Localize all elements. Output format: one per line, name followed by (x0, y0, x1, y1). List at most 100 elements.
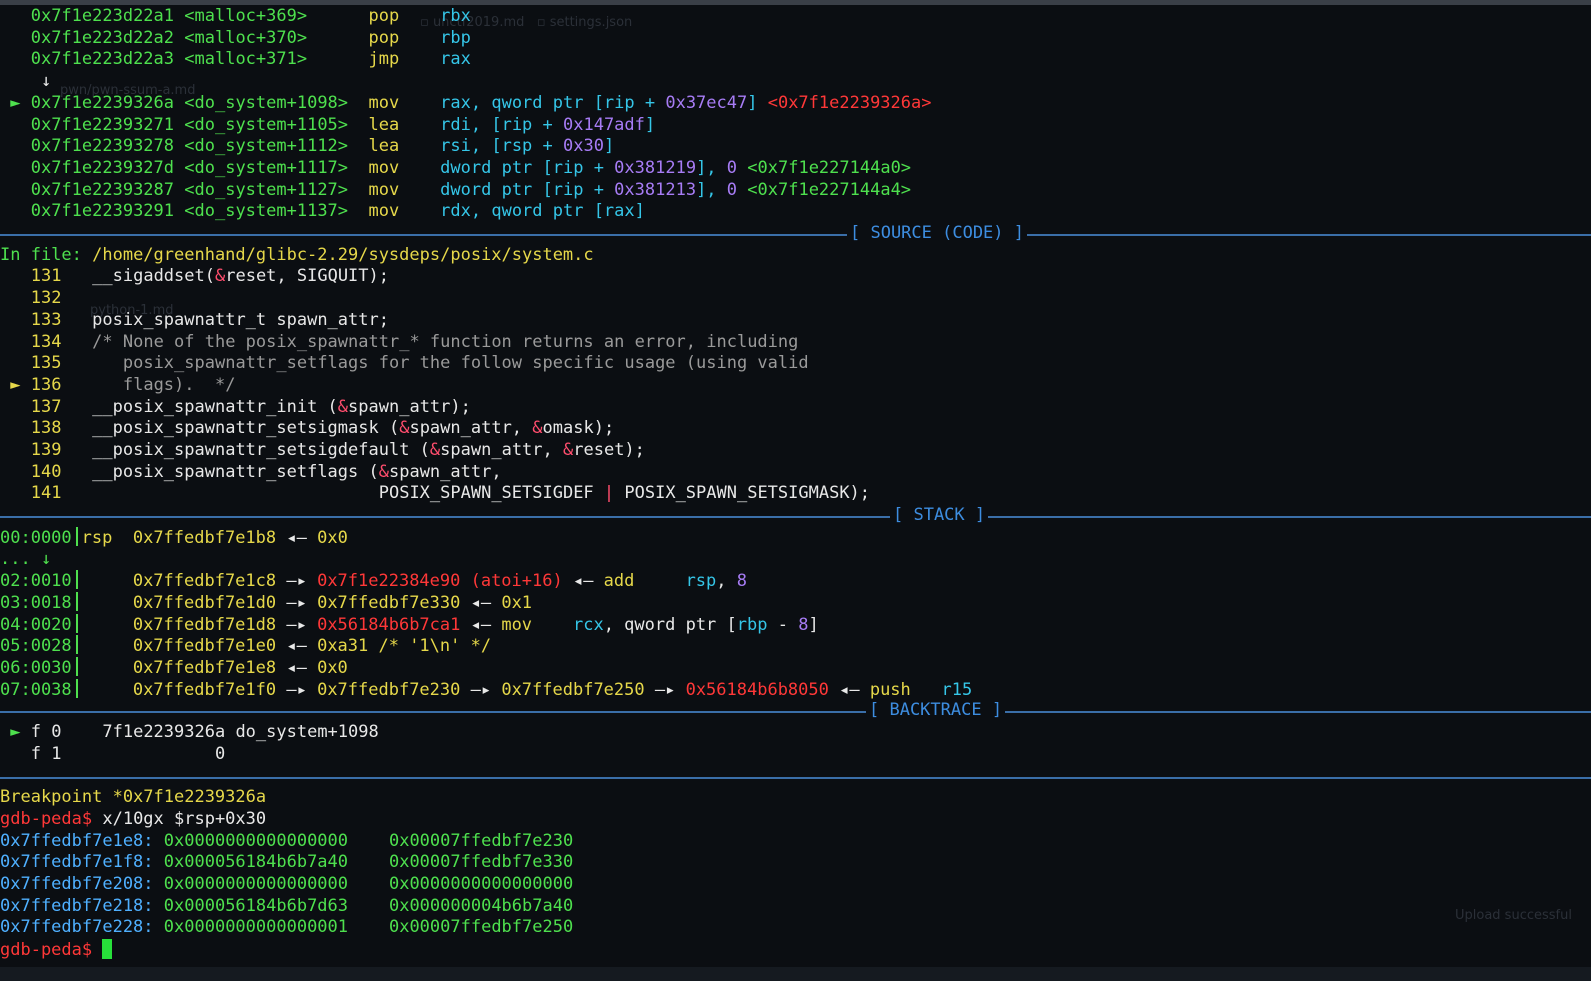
text-segment: spawn_attr, (440, 440, 563, 460)
stack-section-header: [ STACK ] (0, 505, 1591, 527)
text-segment: spawn_attr, (388, 461, 502, 482)
line-number: 141 (30, 483, 62, 504)
instruction-symbol: <do_system+1098> (184, 92, 369, 113)
disasm-line: 0x7f1e223d22a1 <malloc+369> pop rbx (0, 6, 471, 28)
text-segment: 0x7ffedbf7e1e8 (81, 658, 277, 678)
instruction-operand: rdx, qword ptr [rax] (440, 201, 645, 222)
background-window-ghost: Upload successful (1455, 908, 1572, 923)
instruction-mnemonic: pop (368, 6, 430, 26)
text-segment: 0xa31 /* '1\n' */ (317, 636, 492, 657)
text-segment: __posix_spawnattr_init ( (71, 396, 338, 417)
marker-space (0, 332, 31, 352)
backtrace-frame: f 1 0 (0, 744, 225, 766)
instruction-address: 0x7f1e223d22a2 (30, 27, 175, 48)
memory-qword: 0x000000004b6b7a40 (388, 895, 574, 916)
stack-offset: 07:0038 (0, 679, 72, 700)
text-segment: ] (808, 614, 819, 635)
memory-dump-row: 0x7ffedbf7e228: 0x0000000000000001 0x000… (0, 917, 573, 939)
text-segment: rbp (736, 614, 768, 635)
text-segment: spawn_attr); (348, 396, 471, 417)
memory-qword: 0x00007ffedbf7e230 (388, 830, 574, 851)
instruction-operand: rbx (440, 6, 471, 26)
section-title: [ STACK ] (890, 505, 989, 527)
text-segment: posix_spawnattr_setflags for the follow … (71, 353, 809, 374)
command-line: gdb-peda$ x/10gx $rsp+0x30 (0, 809, 266, 831)
section-title: [ BACKTRACE ] (866, 700, 1006, 723)
instruction-operand: ] (603, 136, 615, 157)
text-segment: 0x7ffedbf7e1c8 (81, 571, 277, 592)
backtrace-section-header: [ BACKTRACE ] (0, 700, 1591, 723)
text-segment: 0x7ffedbf7e1f0 (81, 679, 277, 700)
text-segment: 0x7ffedbf7e1d0 (81, 592, 277, 613)
stack-entry: 00:0000 rsp 0x7ffedbf7e1b8 ◂— 0x0 (0, 526, 348, 549)
source-line: 131 __sigaddset(&reset, SIGQUIT); (0, 266, 389, 288)
text-segment: , (716, 571, 737, 592)
source-line: 141 POSIX_SPAWN_SETSIGDEF | POSIX_SPAWN_… (0, 483, 870, 505)
memory-dump-row: 0x7ffedbf7e1f8: 0x000056184b6b7a40 0x000… (0, 852, 573, 874)
instruction-symbol: <do_system+1127> (184, 179, 369, 200)
text-segment: flags). */ (71, 374, 236, 395)
instruction-operand: rax (440, 49, 471, 70)
text-segment: 0x0 (317, 527, 348, 548)
instruction-operand: <0x7f1e227144a0> (747, 157, 912, 178)
text-segment: __sigaddset( (71, 266, 215, 287)
instruction-mnemonic: mov (368, 157, 430, 178)
instruction-address: 0x7f1e223d22a1 (30, 6, 175, 26)
marker-space (0, 6, 31, 26)
text-segment: | (603, 483, 615, 504)
marker-space (0, 310, 31, 330)
stack-entry: 06:0030 0x7ffedbf7e1e8 ◂— 0x0 (0, 657, 348, 679)
line-number: 139 (30, 440, 62, 460)
instruction-symbol: <malloc+371> (184, 49, 369, 70)
separator-line (0, 776, 1591, 779)
entered-command: x/10gx $rsp+0x30 (92, 808, 267, 829)
file-path: /home/greenhand/glibc-2.29/sysdeps/posix… (92, 244, 594, 265)
marker-space (0, 397, 31, 417)
instruction-operand: 0 (726, 179, 738, 200)
stack-divider (75, 635, 78, 655)
instruction-operand: rdi, [rip + (440, 114, 563, 135)
disasm-line: 0x7f1e22393271 <do_system+1105> lea rdi,… (0, 115, 655, 137)
disasm-line: ► 0x7f1e2239326a <do_system+1098> mov ra… (0, 93, 931, 115)
active-prompt-line[interactable]: gdb-peda$ (0, 939, 113, 961)
text-segment: __posix_spawnattr_setsigdefault ( (71, 440, 430, 460)
terminal-cursor[interactable] (102, 939, 113, 960)
source-line: 139 __posix_spawnattr_setsigdefault ( &sp… (0, 440, 645, 462)
context-end-separator (0, 766, 1591, 788)
text-segment: 0x1 (501, 592, 533, 613)
marker-space (0, 136, 31, 156)
separator-line (0, 234, 1591, 236)
instruction-mnemonic: mov (368, 179, 430, 200)
memory-qword: 0x0000000000000001 (163, 917, 349, 938)
stack-divider (75, 526, 78, 546)
instruction-operand: 0x37ec47 (665, 92, 748, 113)
text-segment: , qword ptr [ (603, 614, 737, 635)
stack-offset: 03:0018 (0, 592, 72, 613)
stack-offset: 05:0028 (0, 636, 72, 657)
text-segment: spawn_attr, (409, 418, 533, 439)
instruction-operand: rbp (440, 27, 471, 48)
memory-qword: 0x00007ffedbf7e330 (388, 852, 574, 873)
text-segment: rsp (81, 527, 133, 548)
current-instruction-marker-icon: ► (0, 92, 31, 113)
text-segment: —▸ (460, 679, 502, 700)
separator-line (0, 711, 1591, 714)
text-segment: ◂— (460, 592, 502, 613)
instruction-mnemonic: jmp (368, 49, 430, 70)
text-segment: —▸ (644, 679, 686, 700)
text-segment: & (563, 440, 574, 460)
stack-divider (75, 657, 78, 676)
